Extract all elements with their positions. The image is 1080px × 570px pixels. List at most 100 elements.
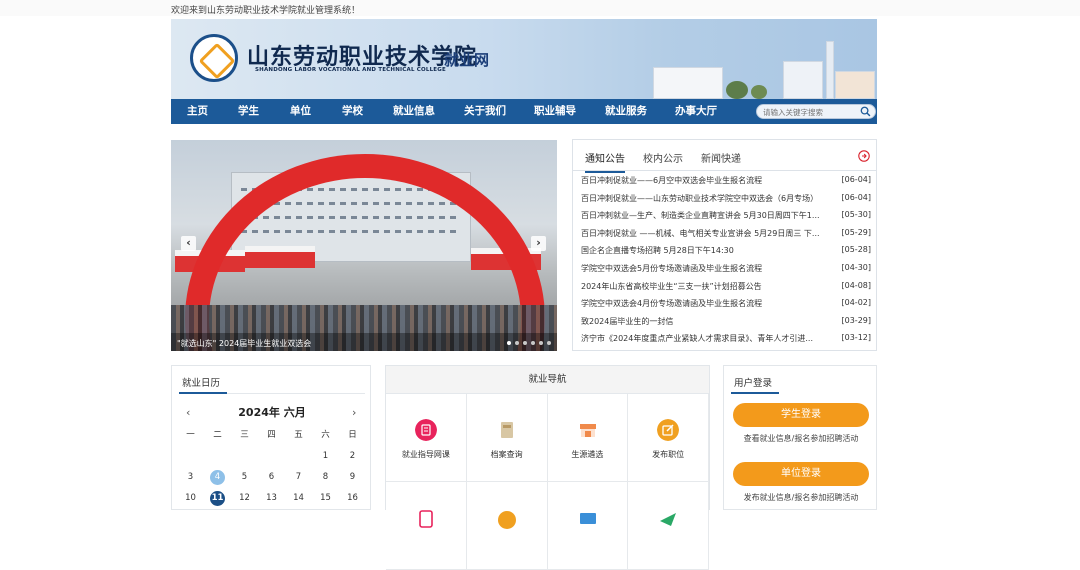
tab-campus-notices[interactable]: 校内公示 [643,150,683,165]
calendar-day-number[interactable]: 16 [339,491,366,506]
news-item-title[interactable]: 百日冲刺促就业 ——机械、电气相关专业宣讲会 5月29日周三 下... [581,228,827,246]
calendar-day-number[interactable]: 12 [231,491,258,506]
nav-item-company[interactable]: 单位 [290,99,311,124]
calendar-next-button[interactable]: › [352,406,356,419]
news-item[interactable]: 百日冲刺促就业 ——机械、电气相关专业宣讲会 5月29日周三 下... [05-2… [581,228,871,246]
news-item[interactable]: 学院空中双选会5月份专场邀请函及毕业生报名流程 [04-30] [581,263,871,281]
slider-dot[interactable] [531,341,535,345]
news-item-title[interactable]: 2024年山东省高校毕业生“三支一扶”计划招募公告 [581,281,827,299]
banner-slider[interactable]: ‹ › "就选山东" 2024届毕业生就业双选会 [171,140,557,351]
calendar-day[interactable]: 13 [258,491,285,506]
news-item-title[interactable]: 百日冲刺促就业——6月空中双选会毕业生报名流程 [581,175,827,193]
nav-item-service-hall[interactable]: 办事大厅 [675,99,717,124]
tab-notices[interactable]: 通知公告 [585,150,625,173]
calendar-day-number[interactable]: 9 [339,470,366,485]
news-item-title[interactable]: 国企名企直播专场招聘 5月28日下午14:30 [581,245,827,263]
calendar-day[interactable]: 15 [312,491,339,506]
guide-item[interactable]: 就业指导网课 [386,394,467,482]
calendar-day-number[interactable]: 14 [285,491,312,506]
nav-item-job-info[interactable]: 就业信息 [393,99,435,124]
calendar-day[interactable]: 14 [285,491,312,506]
nav-item-student[interactable]: 学生 [238,99,259,124]
nav-item-career-guidance[interactable]: 职业辅导 [534,99,576,124]
calendar-day[interactable]: 7 [285,470,312,485]
news-item[interactable]: 百日冲刺促就业——6月空中双选会毕业生报名流程 [06-04] [581,175,871,193]
news-item-title[interactable]: 济宁市《2024年度重点产业紧缺人才需求目录》、青年人才引进... [581,333,827,351]
calendar-day-number[interactable]: 8 [312,470,339,485]
calendar-day-number[interactable]: 5 [231,470,258,485]
calendar-day-number[interactable]: 11 [210,491,225,506]
circle-icon[interactable] [496,507,518,529]
calendar-day[interactable]: 1 [312,449,339,464]
news-item-title[interactable]: 学院空中双选会4月份专场邀请函及毕业生报名流程 [581,298,827,316]
slider-dot[interactable] [539,341,543,345]
slider-dot[interactable] [515,341,519,345]
guide-item[interactable]: 生源遴选 [547,394,629,482]
guide-item[interactable] [466,482,548,570]
slider-dot[interactable] [523,341,527,345]
guide-item[interactable] [386,482,467,570]
guide-item-label[interactable]: 就业指导网课 [386,449,466,460]
calendar-day[interactable]: 12 [231,491,258,506]
monitor-icon[interactable] [577,507,599,529]
school-logo[interactable] [190,34,238,82]
news-item[interactable]: 济宁市《2024年度重点产业紧缺人才需求目录》、青年人才引进... [03-12] [581,333,871,351]
search-icon[interactable] [860,106,871,117]
calendar-day[interactable]: 9 [339,470,366,485]
news-item[interactable]: 国企名企直播专场招聘 5月28日下午14:30 [05-28] [581,245,871,263]
more-arrow-icon[interactable] [858,150,870,162]
document-icon[interactable] [415,507,437,529]
calendar-day[interactable]: 16 [339,491,366,506]
nav-item-employment-service[interactable]: 就业服务 [605,99,647,124]
archive-icon[interactable] [496,419,518,441]
nav-item-school[interactable]: 学校 [342,99,363,124]
guide-item-label[interactable]: 生源遴选 [548,449,628,460]
news-item[interactable]: 百日冲刺就业—生产、制造类企业直聘宣讲会 5月30日周四下午1... [05-30… [581,210,871,228]
nav-item-home[interactable]: 主页 [187,99,208,124]
guide-item[interactable] [628,482,709,570]
guide-item[interactable]: 发布职位 [628,394,709,482]
search-input[interactable] [763,107,853,118]
news-item[interactable]: 学院空中双选会4月份专场邀请函及毕业生报名流程 [04-02] [581,298,871,316]
calendar-day[interactable]: 5 [231,470,258,485]
calendar-day[interactable]: 2 [339,449,366,464]
calendar-day-number[interactable]: 2 [339,449,366,464]
news-item-title[interactable]: 百日冲刺促就业——山东劳动职业技术学院空中双选会（6月专场） [581,193,827,211]
calendar-day-number[interactable]: 3 [177,470,204,485]
calendar-day[interactable]: 10 [177,491,204,506]
calendar-day[interactable]: 11 [204,491,231,506]
news-item-title[interactable]: 百日冲刺就业—生产、制造类企业直聘宣讲会 5月30日周四下午1... [581,210,827,228]
guide-item-label[interactable]: 发布职位 [628,449,708,460]
company-login-button[interactable]: 单位登录 [733,462,869,486]
news-item-title[interactable]: 学院空中双选会5月份专场邀请函及毕业生报名流程 [581,263,827,281]
slider-dot[interactable] [507,341,511,345]
tab-news-express[interactable]: 新闻快递 [701,150,741,165]
slider-prev-button[interactable]: ‹ [181,236,196,251]
calendar-day-number[interactable]: 15 [312,491,339,506]
slider-next-button[interactable]: › [531,236,546,251]
send-icon[interactable] [657,507,679,529]
student-login-button[interactable]: 学生登录 [733,403,869,427]
online-course-icon[interactable] [415,419,437,441]
calendar-day[interactable]: 4 [204,470,231,485]
calendar-day-number[interactable]: 4 [210,470,225,485]
nav-item-about[interactable]: 关于我们 [464,99,506,124]
news-item[interactable]: 2024年山东省高校毕业生“三支一扶”计划招募公告 [04-08] [581,281,871,299]
calendar-day[interactable]: 8 [312,470,339,485]
slider-dot[interactable] [547,341,551,345]
calendar-day-number[interactable]: 1 [312,449,339,464]
news-item[interactable]: 致2024届毕业生的一封信 [03-29] [581,316,871,334]
calendar-day-number[interactable]: 13 [258,491,285,506]
calendar-day[interactable]: 6 [258,470,285,485]
guide-item-label[interactable]: 档案查询 [467,449,547,460]
store-icon[interactable] [577,419,599,441]
calendar-day[interactable]: 3 [177,470,204,485]
calendar-day-number[interactable]: 7 [285,470,312,485]
news-item[interactable]: 百日冲刺促就业——山东劳动职业技术学院空中双选会（6月专场） [06-04] [581,193,871,211]
guide-item[interactable]: 档案查询 [466,394,548,482]
edit-icon[interactable] [657,419,680,441]
news-item-title[interactable]: 致2024届毕业生的一封信 [581,316,827,334]
guide-item[interactable] [547,482,629,570]
calendar-day-number[interactable]: 10 [177,491,204,506]
calendar-day-number[interactable]: 6 [258,470,285,485]
